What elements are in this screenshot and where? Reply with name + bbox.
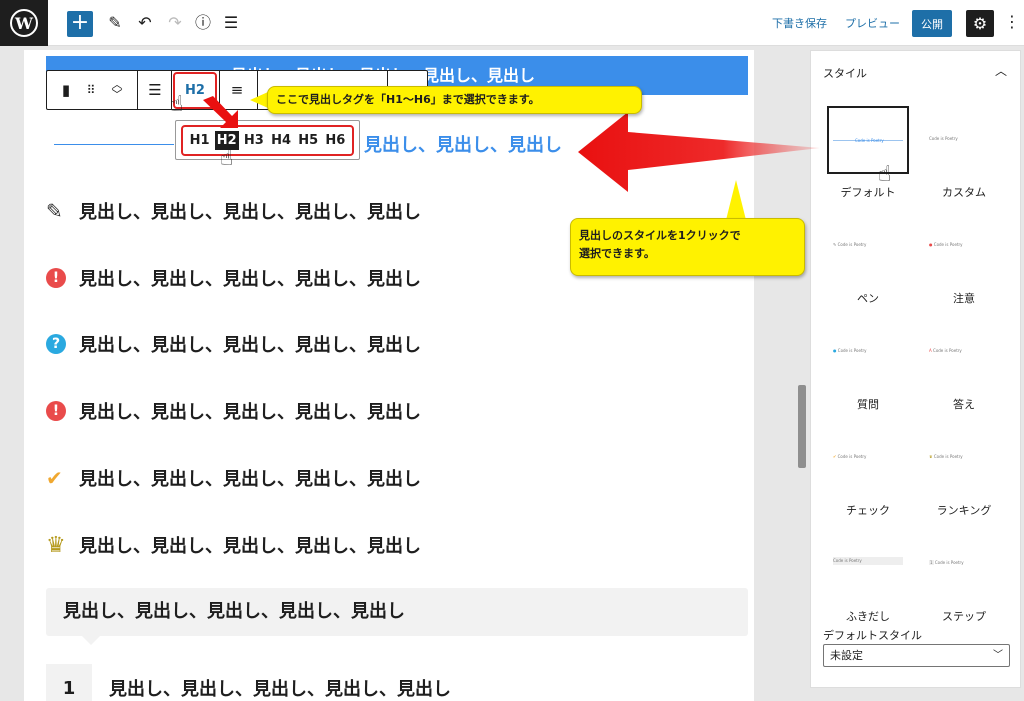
callout-tail <box>726 180 746 220</box>
small-red-arrow <box>203 96 238 128</box>
tag-select-callout: ここで見出しタグを「H1～H6」まで選択できます。 <box>267 86 642 114</box>
style-select-callout: 見出しのスタイルを1クリックで 選択できます。 <box>570 218 805 276</box>
big-red-arrow <box>578 112 820 192</box>
callout-tail <box>250 92 268 108</box>
